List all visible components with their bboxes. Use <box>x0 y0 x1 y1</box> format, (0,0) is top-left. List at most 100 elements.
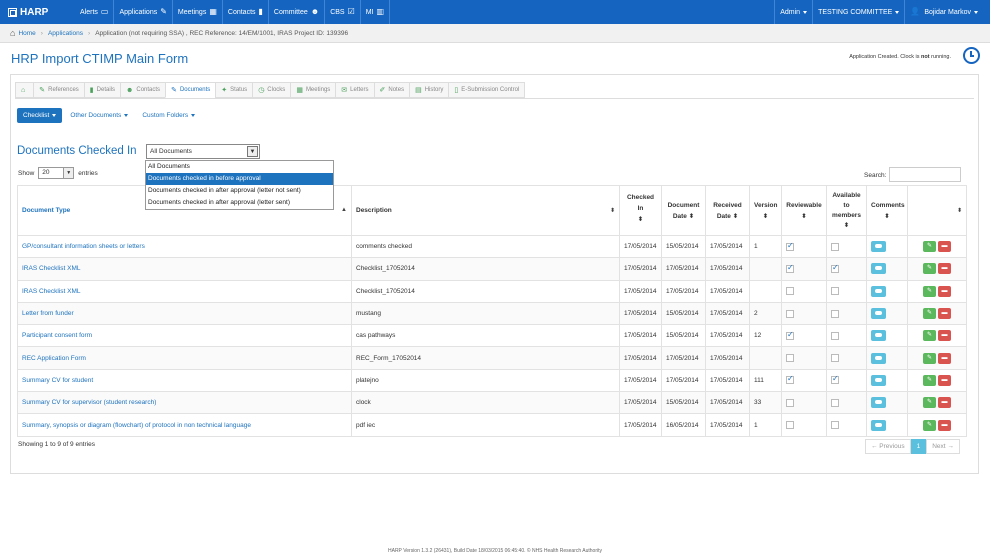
available-checkbox[interactable] <box>831 242 839 251</box>
breadcrumb-applications[interactable]: Applications <box>48 30 83 37</box>
column-header-comments[interactable]: Comments ⬍ <box>866 185 908 236</box>
document-type-link[interactable]: GP/consultant information sheets or lett… <box>22 243 145 250</box>
tab-status[interactable]: ✦ Status <box>215 82 253 98</box>
page-size-select[interactable]: 20 ▼ <box>38 167 75 179</box>
document-type-link[interactable]: Summary CV for student <box>22 377 93 384</box>
edit-icon[interactable]: ✎ <box>923 308 936 320</box>
tab-e-submission-control[interactable]: ▯ E-Submission Control <box>448 82 526 98</box>
document-type-link[interactable]: Participant consent form <box>22 332 92 339</box>
reviewable-checkbox[interactable] <box>786 398 794 407</box>
other-documents-link[interactable]: Other Documents <box>70 112 129 119</box>
reviewable-checkbox[interactable] <box>786 354 794 363</box>
nav-contacts[interactable]: Contacts ▮ <box>223 0 269 24</box>
comment-icon[interactable] <box>871 263 886 275</box>
reviewable-checkbox[interactable] <box>786 421 794 430</box>
edit-icon[interactable]: ✎ <box>923 263 936 275</box>
trash-icon[interactable]: ▬ <box>938 330 951 342</box>
tab-notes[interactable]: ✐ Notes <box>373 82 410 98</box>
trash-icon[interactable]: ▬ <box>938 352 951 364</box>
column-header-received-date[interactable]: Received Date ⬍ <box>705 185 750 236</box>
search-input[interactable] <box>889 167 961 182</box>
trash-icon[interactable]: ▬ <box>938 308 951 320</box>
document-type-link[interactable]: Summary CV for supervisor (student resea… <box>22 399 156 406</box>
document-type-link[interactable]: Letter from funder <box>22 310 74 317</box>
filter-option[interactable]: Documents checked in before approval <box>146 173 333 185</box>
tab-history[interactable]: ▤ History <box>409 82 449 98</box>
column-header-description[interactable]: Description ⬍ <box>351 185 620 236</box>
nav-mi[interactable]: MI ▥ <box>361 0 391 24</box>
edit-icon[interactable]: ✎ <box>923 241 936 253</box>
available-checkbox[interactable] <box>831 331 839 340</box>
comment-icon[interactable] <box>871 308 886 320</box>
available-checkbox[interactable] <box>831 421 839 430</box>
reviewable-checkbox[interactable] <box>786 287 794 296</box>
edit-icon[interactable]: ✎ <box>923 330 936 342</box>
edit-icon[interactable]: ✎ <box>923 397 936 409</box>
edit-icon[interactable]: ✎ <box>923 374 936 386</box>
previous-page-button[interactable]: ← Previous <box>865 439 911 454</box>
checklist-button[interactable]: Checklist <box>17 108 63 123</box>
trash-icon[interactable]: ▬ <box>938 397 951 409</box>
reviewable-checkbox[interactable] <box>786 263 794 273</box>
column-header-reviewable[interactable]: Reviewable ⬍ <box>781 185 827 236</box>
committee-menu[interactable]: TESTING COMMITTEE <box>812 0 904 24</box>
reviewable-checkbox[interactable] <box>786 374 794 385</box>
available-checkbox[interactable] <box>831 398 839 407</box>
comment-icon[interactable] <box>871 352 886 364</box>
breadcrumb-home[interactable]: Home <box>18 30 35 37</box>
next-page-button[interactable]: Next → <box>926 439 960 454</box>
page-1-button[interactable]: 1 <box>910 439 927 454</box>
clock-icon[interactable] <box>963 47 980 64</box>
trash-icon[interactable]: ▬ <box>938 419 951 431</box>
available-checkbox[interactable] <box>831 263 839 273</box>
edit-icon[interactable]: ✎ <box>923 352 936 364</box>
edit-icon[interactable]: ✎ <box>923 285 936 297</box>
tab-meetings[interactable]: ▦ Meetings <box>290 82 336 98</box>
tab-contacts[interactable]: ☻ Contacts <box>120 82 166 98</box>
comment-icon[interactable] <box>871 419 886 431</box>
available-checkbox[interactable] <box>831 354 839 363</box>
comment-icon[interactable] <box>871 241 886 253</box>
checked-in-filter-select[interactable]: All Documents ▼ <box>146 144 260 159</box>
trash-icon[interactable]: ▬ <box>938 241 951 253</box>
available-checkbox[interactable] <box>831 309 839 318</box>
tab-clocks[interactable]: ◷ Clocks <box>252 82 291 98</box>
nav-cbs[interactable]: CBS ☑ <box>325 0 361 24</box>
reviewable-checkbox[interactable] <box>786 330 794 340</box>
document-type-link[interactable]: REC Application Form <box>22 355 86 362</box>
column-header-checked-in[interactable]: Checked In ⬍ <box>619 185 662 236</box>
document-type-link[interactable]: Summary, synopsis or diagram (flowchart)… <box>22 422 251 429</box>
admin-menu[interactable]: Admin <box>774 0 812 24</box>
nav-applications[interactable]: Applications ✎ <box>114 0 173 24</box>
reviewable-checkbox[interactable] <box>786 241 794 251</box>
comment-icon[interactable] <box>871 397 886 409</box>
custom-folders-link[interactable]: Custom Folders <box>142 112 196 119</box>
comment-icon[interactable] <box>871 330 886 342</box>
reviewable-checkbox[interactable] <box>786 309 794 318</box>
filter-option[interactable]: Documents checked in after approval (let… <box>146 197 333 209</box>
filter-option[interactable]: All Documents <box>146 161 333 173</box>
tab-references[interactable]: ✎ References <box>33 82 84 98</box>
trash-icon[interactable]: ▬ <box>938 374 951 386</box>
user-menu[interactable]: 👤 Bojidar Markov <box>904 0 990 24</box>
document-type-link[interactable]: IRAS Checklist XML <box>22 288 81 295</box>
column-header-actions[interactable]: ⬍ <box>907 185 967 236</box>
tab-documents[interactable]: ✎ Documents <box>165 82 216 98</box>
nav-meetings[interactable]: Meetings ▦ <box>173 0 223 24</box>
comment-icon[interactable] <box>871 374 886 386</box>
trash-icon[interactable]: ▬ <box>938 285 951 297</box>
column-header-version[interactable]: Version ⬍ <box>749 185 782 236</box>
edit-icon[interactable]: ✎ <box>923 419 936 431</box>
document-type-link[interactable]: IRAS Checklist XML <box>22 265 81 272</box>
tab-details[interactable]: ▮ Details <box>83 82 120 98</box>
nav-committee[interactable]: Committee ☻ <box>269 0 326 24</box>
available-checkbox[interactable] <box>831 287 839 296</box>
available-checkbox[interactable] <box>831 374 839 385</box>
trash-icon[interactable]: ▬ <box>938 263 951 275</box>
filter-option[interactable]: Documents checked in after approval (let… <box>146 185 333 197</box>
tab-letters[interactable]: ✉ Letters <box>335 82 374 98</box>
column-header-available-to-members[interactable]: Available to members ⬍ <box>826 185 867 236</box>
nav-alerts[interactable]: Alerts ▭ <box>75 0 115 24</box>
harp-logo[interactable]: HARP <box>0 0 75 24</box>
tab-home[interactable]: ⌂ <box>15 82 34 98</box>
